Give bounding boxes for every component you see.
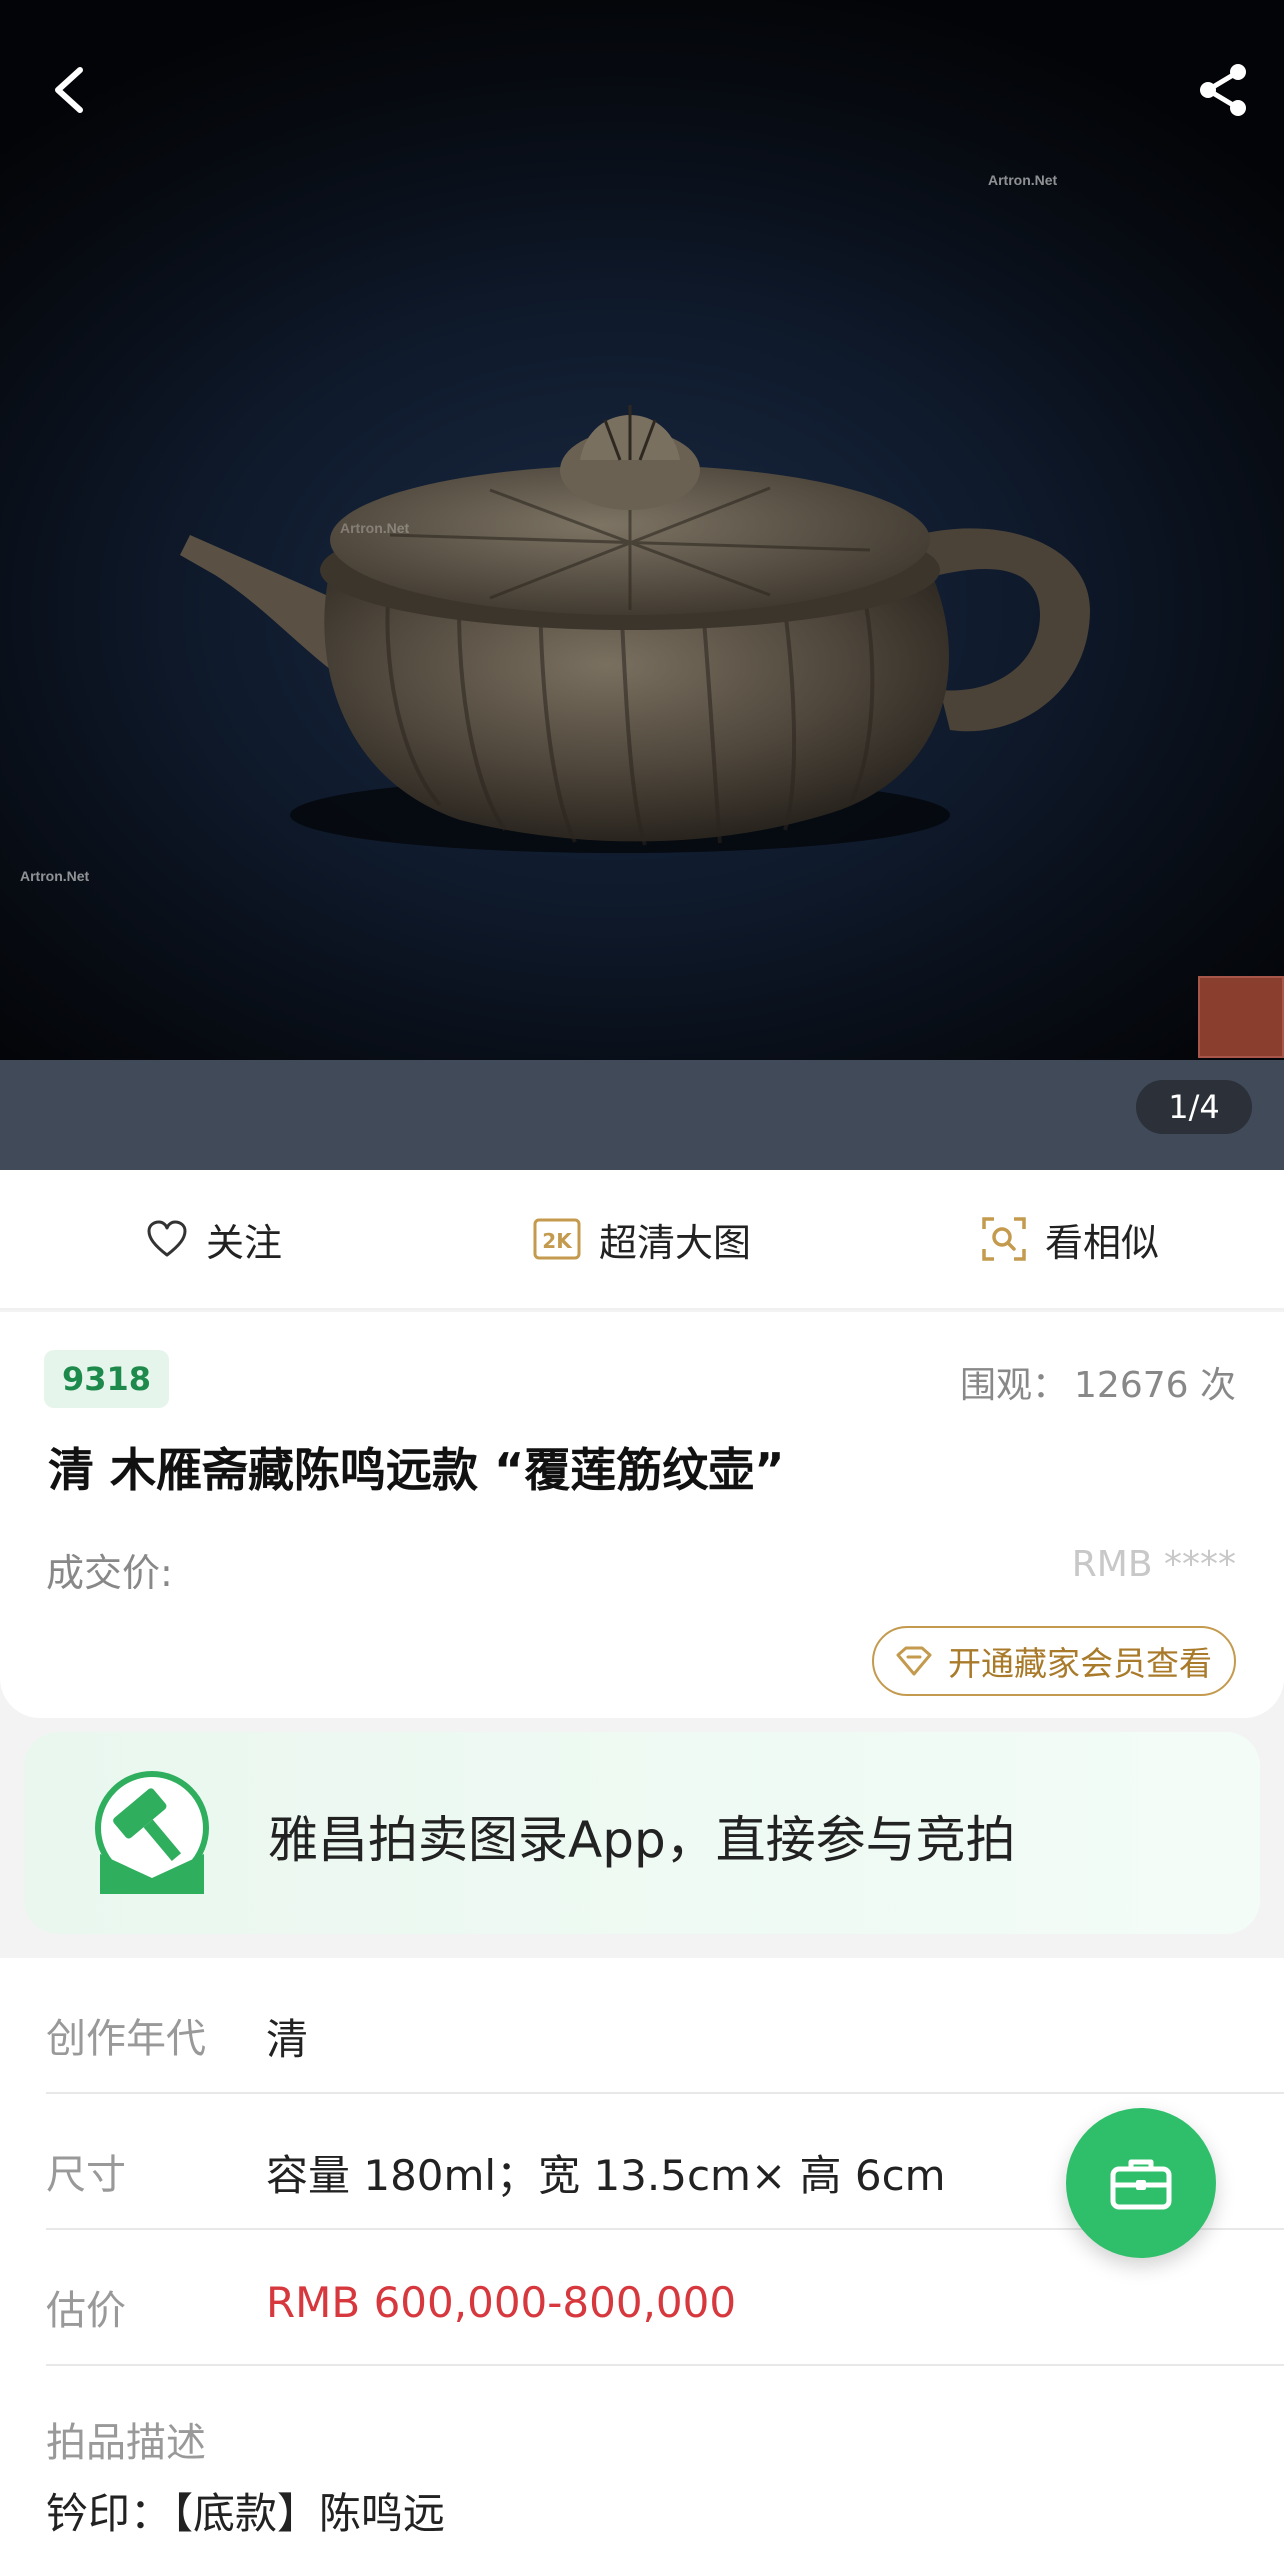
hd-image-button[interactable]: 2K 超清大图 bbox=[428, 1212, 856, 1267]
svg-text:2K: 2K bbox=[542, 1229, 573, 1253]
sold-price-masked: RMB **** bbox=[1071, 1544, 1236, 1585]
description-body: 钤印：【底款】陈鸣远 bbox=[46, 2489, 446, 2538]
detail-row-estimate: 估价 RMB 600,000-800,000 bbox=[46, 2230, 1284, 2366]
lot-number-badge: 9318 bbox=[44, 1350, 170, 1408]
share-icon[interactable] bbox=[1196, 62, 1252, 118]
estimate-value: RMB 600,000-800,000 bbox=[266, 2278, 737, 2327]
lot-info-card: 9318 围观： 12676 次 清 木雁斋藏陈鸣远款 “覆莲筋纹壶” 成交价: … bbox=[0, 1312, 1284, 1718]
briefcase-icon bbox=[1110, 2159, 1172, 2210]
detail-value: 容量 180ml；宽 13.5cm× 高 6cm bbox=[266, 2151, 946, 2200]
gallery-footer-strip bbox=[0, 1060, 1284, 1170]
vip-unlock-label: 开通藏家会员查看 bbox=[948, 1644, 1212, 1683]
sold-price-label: 成交价: bbox=[46, 1551, 173, 1595]
detail-row-period: 创作年代 清 bbox=[46, 1958, 1284, 2094]
back-arrow-icon[interactable] bbox=[44, 60, 94, 120]
image-search-icon bbox=[982, 1217, 1026, 1261]
view-count: 围观： 12676 次 bbox=[954, 1356, 1236, 1408]
follow-button[interactable]: 关注 bbox=[0, 1212, 428, 1267]
detail-value: 清 bbox=[266, 2015, 309, 2064]
diamond-icon bbox=[896, 1646, 932, 1676]
floating-briefcase-button[interactable] bbox=[1066, 2108, 1216, 2258]
view-count-value: 12676 次 bbox=[1074, 1365, 1236, 1406]
watermark-text: Artron.Net bbox=[340, 520, 410, 536]
action-bar: 关注 2K 超清大图 看相似 bbox=[0, 1170, 1284, 1310]
hd-2k-icon: 2K bbox=[533, 1218, 581, 1260]
artron-app-logo bbox=[95, 1771, 209, 1894]
heart-icon bbox=[147, 1220, 187, 1257]
lot-image-gallery[interactable]: Artron.Net Artron.Net Artron.Net 1/4 bbox=[0, 0, 1284, 1170]
lot-title: 清 木雁斋藏陈鸣远款 “覆莲筋纹壶” bbox=[48, 1443, 785, 1497]
watermark-text: Artron.Net bbox=[20, 868, 90, 884]
description-title: 拍品描述 bbox=[46, 2420, 206, 2466]
detail-label: 创作年代 bbox=[46, 2016, 206, 2062]
find-similar-button[interactable]: 看相似 bbox=[856, 1212, 1284, 1267]
view-count-label: 围观： bbox=[960, 1365, 1069, 1406]
hd-image-label: 超清大图 bbox=[598, 1220, 751, 1265]
watermark-text: Artron.Net bbox=[988, 172, 1058, 188]
teapot-image bbox=[180, 405, 1090, 853]
follow-label: 关注 bbox=[205, 1220, 282, 1265]
detail-label: 估价 bbox=[46, 2288, 126, 2334]
lot-details: 创作年代 清 尺寸 容量 180ml；宽 13.5cm× 高 6cm 估价 RM… bbox=[0, 1958, 1284, 2560]
image-counter: 1/4 bbox=[1136, 1080, 1252, 1134]
app-promo-banner[interactable]: 雅昌拍卖图录App，直接参与竞拍 bbox=[24, 1732, 1260, 1934]
find-similar-label: 看相似 bbox=[1044, 1220, 1159, 1265]
seal-stamp bbox=[1198, 976, 1284, 1058]
vip-unlock-button[interactable]: 开通藏家会员查看 bbox=[872, 1626, 1236, 1696]
app-promo-text: 雅昌拍卖图录App，直接参与竞拍 bbox=[268, 1811, 1016, 1869]
detail-label: 尺寸 bbox=[46, 2152, 126, 2198]
